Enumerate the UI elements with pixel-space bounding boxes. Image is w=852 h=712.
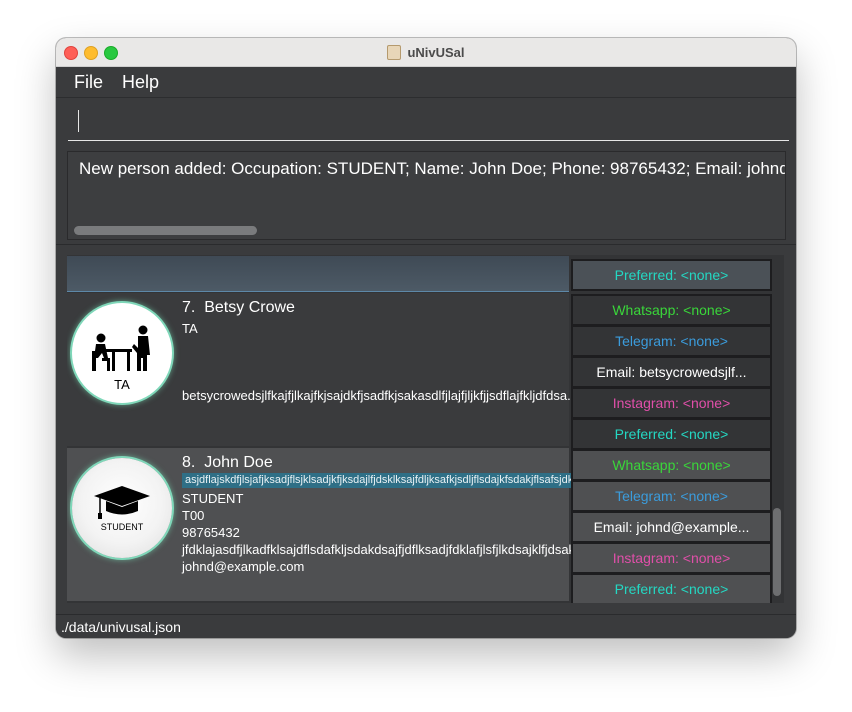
- person-highlight: asjdflajskdfjlsjafjksadjflsjklsadjkfjksd…: [182, 473, 572, 488]
- person-card-selected[interactable]: STUDENT 8. John Doe asjdflajskdfjlsjafjk…: [67, 448, 588, 601]
- avatar-ta: TA: [72, 303, 172, 403]
- status-bar: ./data/univusal.json: [56, 614, 796, 638]
- result-display[interactable]: New person added: Occupation: STUDENT; N…: [67, 151, 786, 240]
- list-vertical-scrollbar[interactable]: [773, 508, 781, 596]
- app-icon: [387, 44, 402, 60]
- tag-whatsapp: Whatsapp: <none>: [571, 294, 772, 326]
- menu-help[interactable]: Help: [122, 72, 159, 93]
- tag-email: Email: betsycrowedsjlf...: [571, 356, 772, 388]
- window-title: uNivUSal: [407, 44, 465, 60]
- result-message: New person added: Occupation: STUDENT; N…: [79, 159, 786, 178]
- person-address: jfdklajasdfjlkadfklsajdflsdafkljsdakdsaj…: [182, 542, 589, 557]
- tag-email: Email: johnd@example...: [571, 511, 772, 543]
- person-list[interactable]: Preferred: <none> TA 7. Betsy Crowe TA b…: [67, 255, 784, 603]
- command-box: [56, 98, 796, 146]
- result-horizontal-scrollbar[interactable]: [74, 226, 257, 235]
- tag-instagram: Instagram: <none>: [571, 542, 772, 574]
- person-name-text: John Doe: [204, 454, 273, 471]
- command-input[interactable]: [68, 108, 789, 141]
- graduation-cap-icon: STUDENT: [94, 486, 150, 532]
- menu-file[interactable]: File: [74, 72, 103, 93]
- tag-instagram: Instagram: <none>: [571, 387, 772, 419]
- title-group: uNivUSal: [56, 38, 796, 66]
- person-occupation: TA: [182, 321, 198, 336]
- tag-preferred: Preferred: <none>: [571, 573, 772, 603]
- tag-whatsapp: Whatsapp: <none>: [571, 449, 772, 481]
- tag-telegram: Telegram: <none>: [571, 480, 772, 512]
- title-bar: uNivUSal: [56, 38, 796, 67]
- avatar-label: TA: [114, 377, 130, 392]
- teacher-student-icon: TA: [92, 325, 150, 392]
- tag-telegram: Telegram: <none>: [571, 325, 772, 357]
- tag-preferred-previous: Preferred: <none>: [571, 259, 772, 291]
- person-phone: 98765432: [182, 525, 240, 540]
- person-index: 8.: [182, 454, 196, 471]
- save-file-path: ./data/univusal.json: [61, 619, 181, 635]
- tag-preferred: Preferred: <none>: [571, 418, 772, 450]
- person-name-text: Betsy Crowe: [204, 299, 295, 316]
- text-caret: [78, 110, 79, 132]
- avatar-label: STUDENT: [101, 522, 144, 532]
- panel-divider: [56, 244, 796, 245]
- avatar-student: STUDENT: [72, 458, 172, 558]
- person-occupation: STUDENT: [182, 491, 244, 506]
- person-email: johnd@example.com: [182, 559, 305, 574]
- person-tutorial: T00: [182, 508, 205, 523]
- person-card[interactable]: TA 7. Betsy Crowe TA betsycrowedsjlfkajf…: [67, 293, 578, 446]
- person-email-detail: betsycrowedsjlfkajfjlkajfkjsajdkfjsadfkj…: [182, 388, 578, 403]
- person-name: 7. Betsy Crowe: [182, 299, 295, 317]
- app-window: uNivUSal File Help New person added: Occ…: [56, 38, 796, 638]
- person-index: 7.: [182, 299, 196, 316]
- menu-bar: File Help: [56, 67, 796, 98]
- person-name: 8. John Doe: [182, 454, 273, 472]
- person-card-previous[interactable]: [67, 256, 569, 292]
